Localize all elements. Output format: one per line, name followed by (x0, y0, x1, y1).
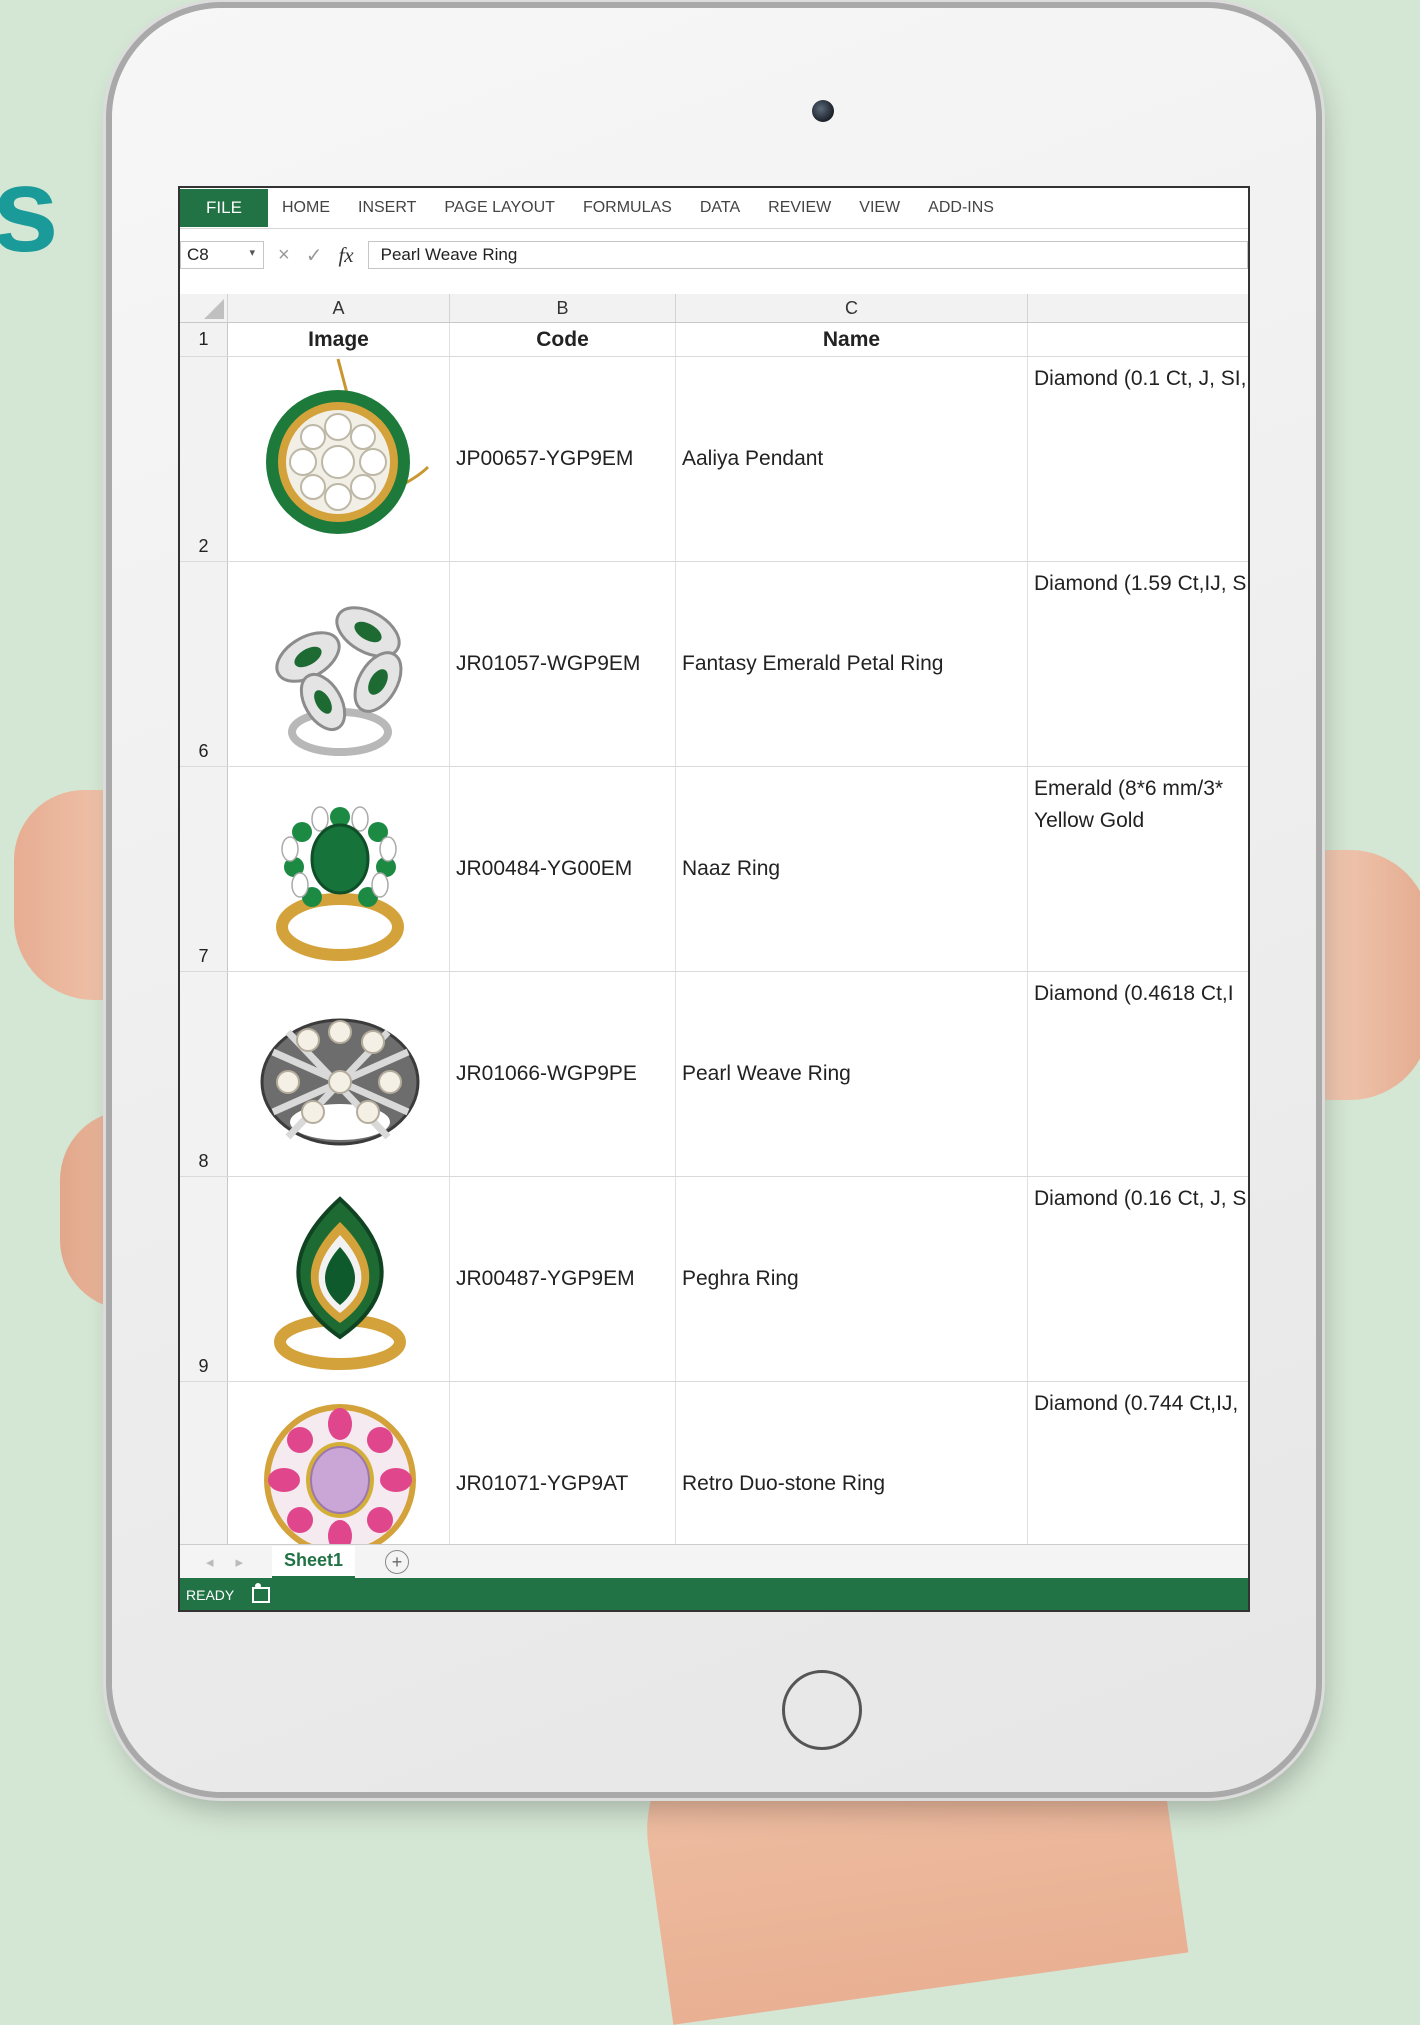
pendant-image (266, 358, 430, 534)
product-name[interactable]: Pearl Weave Ring (676, 972, 1028, 1176)
tab-data[interactable]: DATA (686, 199, 754, 217)
background-heading-fragment: s (0, 143, 59, 277)
tab-view[interactable]: VIEW (845, 199, 914, 217)
product-name[interactable]: Naaz Ring (676, 767, 1028, 971)
product-image[interactable] (228, 562, 450, 766)
product-image[interactable] (228, 1177, 450, 1381)
header-image[interactable]: Image (228, 323, 450, 356)
product-code[interactable]: JR01066-WGP9PE (450, 972, 676, 1176)
column-header-a[interactable]: A (228, 294, 450, 322)
insert-function-icon[interactable]: fx (338, 243, 353, 268)
add-sheet-icon[interactable]: + (385, 1550, 410, 1574)
product-description[interactable]: Emerald (8*6 mm/3* Yellow Gold (1028, 767, 1248, 971)
product-name[interactable]: Peghra Ring (676, 1177, 1028, 1381)
product-description[interactable]: Diamond (0.16 Ct, J, S (1028, 1177, 1248, 1381)
sheet-tab-bar: ◂ ▸ Sheet1 + (180, 1544, 1248, 1579)
chevron-left-icon[interactable]: ◂ (206, 1553, 214, 1571)
macro-record-icon[interactable] (252, 1583, 271, 1603)
status-bar: READY (180, 1578, 1248, 1610)
column-header-b[interactable]: B (450, 294, 676, 322)
header-code[interactable]: Code (450, 323, 676, 356)
pearl-ring-image (260, 1018, 420, 1146)
product-description[interactable]: Diamond (0.4618 Ct,I (1028, 972, 1248, 1176)
cancel-icon[interactable]: × (278, 244, 290, 267)
enter-icon[interactable]: ✓ (306, 243, 323, 268)
column-header-d[interactable] (1028, 294, 1248, 322)
select-all-corner[interactable] (180, 294, 228, 322)
formula-input[interactable]: Pearl Weave Ring (367, 241, 1248, 269)
tab-review[interactable]: REVIEW (754, 199, 845, 217)
product-code[interactable]: JP00657-YGP9EM (450, 357, 676, 561)
row-number[interactable]: 8 (180, 972, 228, 1176)
tab-insert[interactable]: INSERT (344, 199, 430, 217)
tab-file[interactable]: FILE (180, 189, 268, 227)
row-number[interactable]: 6 (180, 562, 228, 766)
petal-ring-image (275, 606, 403, 756)
peghra-ring-image (274, 1196, 406, 1370)
name-box-value: C8 (187, 245, 209, 264)
product-code[interactable]: JR00487-YGP9EM (450, 1177, 676, 1381)
table-header-row: 1 Image Code Name (180, 323, 1248, 357)
naaz-ring-image (276, 806, 404, 961)
tab-formulas[interactable]: FORMULAS (569, 199, 686, 217)
product-image[interactable] (228, 972, 450, 1176)
column-headers: A B C (180, 294, 1248, 323)
product-image[interactable] (228, 357, 450, 561)
table-row: 7 JR00484-YG00EM Naaz Ring Emerald (8*6 … (180, 767, 1248, 972)
excel-window: FILE HOME INSERT PAGE LAYOUT FORMULAS DA… (178, 186, 1250, 1612)
row-number[interactable]: 7 (180, 767, 228, 971)
tab-add-ins[interactable]: ADD-INS (914, 199, 1008, 217)
chevron-down-icon[interactable]: ▾ (249, 246, 255, 259)
worksheet-grid: A B C 1 Image Code Name 2 JP00657-YGP9EM… (180, 294, 1248, 1587)
camera-icon (812, 100, 834, 122)
formula-bar: C8 ▾ × ✓ fx Pearl Weave Ring (180, 240, 1248, 270)
product-image[interactable] (228, 767, 450, 971)
status-text: READY (186, 1587, 235, 1603)
header-name[interactable]: Name (676, 323, 1028, 356)
chevron-right-icon[interactable]: ▸ (236, 1553, 244, 1571)
table-row: 6 JR01057-WGP9EM Fantasy Emerald Petal R… (180, 562, 1248, 767)
product-name[interactable]: Fantasy Emerald Petal Ring (676, 562, 1028, 766)
product-name[interactable]: Aaliya Pendant (676, 357, 1028, 561)
row-number[interactable]: 9 (180, 1177, 228, 1381)
table-row: 8 JR01066-WGP9PE Pearl Weave Ring Diamon… (180, 972, 1248, 1177)
sheet-tab[interactable]: Sheet1 (272, 1545, 356, 1579)
home-button-icon[interactable] (782, 1670, 862, 1750)
column-header-c[interactable]: C (676, 294, 1028, 322)
product-code[interactable]: JR01057-WGP9EM (450, 562, 676, 766)
ribbon-tabs: FILE HOME INSERT PAGE LAYOUT FORMULAS DA… (180, 188, 1248, 229)
tab-home[interactable]: HOME (268, 199, 344, 217)
product-code[interactable]: JR00484-YG00EM (450, 767, 676, 971)
product-description[interactable]: Diamond (0.1 Ct, J, SI, (1028, 357, 1248, 561)
row-number[interactable]: 1 (180, 323, 228, 356)
product-description[interactable]: Diamond (1.59 Ct,IJ, S (1028, 562, 1248, 766)
row-number[interactable]: 2 (180, 357, 228, 561)
table-row: 9 JR00487-YGP9EM Peghra Ring Diamond (0.… (180, 1177, 1248, 1382)
tab-page-layout[interactable]: PAGE LAYOUT (430, 199, 569, 217)
name-box[interactable]: C8 ▾ (180, 241, 264, 269)
table-row: 2 JP00657-YGP9EM Aaliya Pendant Diamond … (180, 357, 1248, 562)
header-description[interactable] (1028, 323, 1248, 356)
